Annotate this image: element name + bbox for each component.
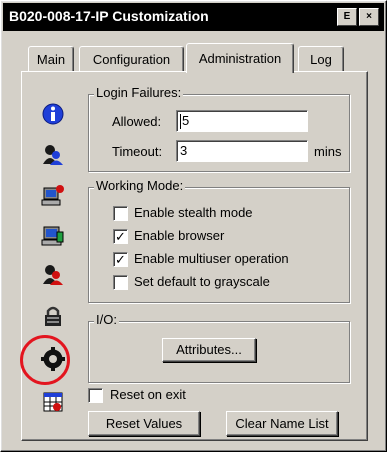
reset-on-exit-label: Reset on exit (110, 387, 186, 402)
user-icon[interactable] (41, 142, 65, 166)
timeout-unit: mins (314, 144, 342, 159)
attributes-button[interactable]: Attributes... (162, 338, 256, 362)
tab-administration[interactable]: Administration (186, 43, 294, 73)
multiuser-label: Enable multiuser operation (134, 251, 289, 266)
allowed-input[interactable]: 5 (176, 110, 308, 132)
working-mode-legend: Working Mode: (94, 178, 186, 193)
grayscale-label: Set default to grayscale (134, 274, 270, 289)
stealth-mode-checkbox[interactable] (113, 206, 128, 221)
calendar-icon[interactable] (41, 390, 65, 414)
timeout-label: Timeout: (112, 144, 163, 159)
close-button[interactable]: × (359, 8, 379, 26)
multiuser-checkbox[interactable]: ✓ (113, 252, 128, 267)
timeout-input[interactable]: 3 (176, 140, 308, 162)
title-bar[interactable]: B020-008-17-IP Customization E × (3, 3, 384, 31)
administration-panel: Login Failures: Allowed: 5 Timeout: 3 mi… (21, 71, 368, 441)
clear-name-list-button[interactable]: Clear Name List (226, 411, 338, 436)
customization-window: B020-008-17-IP Customization E × Main Co… (0, 0, 387, 452)
tab-configuration[interactable]: Configuration (79, 46, 184, 72)
io-legend: I/O: (94, 312, 119, 327)
lock-icon[interactable] (41, 304, 65, 328)
browser-label: Enable browser (134, 228, 225, 243)
help-button[interactable]: E (337, 8, 357, 26)
login-failures-legend: Login Failures: (94, 85, 184, 100)
reset-on-exit-checkbox[interactable] (88, 388, 103, 403)
grayscale-checkbox[interactable] (113, 275, 128, 290)
tab-main[interactable]: Main (28, 46, 74, 72)
timeout-value: 3 (180, 143, 188, 158)
computer-icon[interactable] (41, 224, 65, 248)
user-red-icon[interactable] (41, 262, 65, 286)
allowed-label: Allowed: (112, 114, 162, 129)
reset-values-button[interactable]: Reset Values (88, 411, 200, 436)
info-icon[interactable] (41, 102, 65, 126)
gear-highlight-ring (20, 335, 70, 385)
stealth-mode-label: Enable stealth mode (134, 205, 253, 220)
computer-alert-icon[interactable] (41, 184, 65, 208)
tab-log[interactable]: Log (298, 46, 344, 72)
allowed-value: 5 (182, 113, 190, 128)
browser-checkbox[interactable]: ✓ (113, 229, 128, 244)
window-title: B020-008-17-IP Customization (9, 8, 209, 24)
